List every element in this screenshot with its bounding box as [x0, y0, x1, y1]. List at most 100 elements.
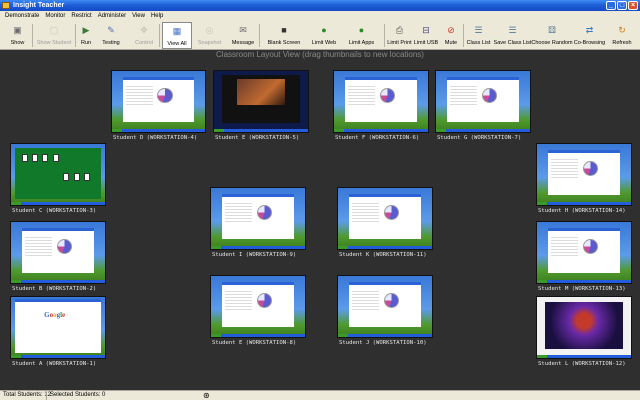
title-bar: Insight Teacher _ □ × [0, 0, 640, 11]
limit-print-button[interactable]: ⎙ Limit Print [387, 22, 412, 49]
close-button[interactable]: × [628, 1, 638, 10]
student-taskbar [537, 280, 631, 283]
student-thumbnail[interactable]: Student C (WORKSTATION-3) [10, 143, 106, 216]
snapshot-icon: ◎ [205, 25, 214, 35]
student-label: Student E (WORKSTATION-8) [212, 340, 297, 346]
menu-monitor[interactable]: Monitor [42, 11, 68, 21]
student-thumbnail[interactable]: Student F (WORKSTATION-6) [333, 70, 429, 143]
student-thumbnail[interactable]: Student E (WORKSTATION-8) [210, 275, 306, 348]
minimize-button[interactable]: _ [606, 1, 616, 10]
solitaire-window [14, 147, 102, 199]
toolbar-button-label: Co-Browsing [573, 40, 606, 46]
menu-administer[interactable]: Administer [95, 11, 129, 21]
status-icon: ⊛ [203, 391, 210, 400]
show-button[interactable]: ▣ Show [4, 22, 31, 49]
status-divider [46, 392, 47, 400]
message-button[interactable]: ✉ Message [226, 22, 260, 49]
student-label: Student I (WORKSTATION-9) [212, 252, 297, 258]
student-taskbar [112, 129, 205, 132]
control-icon: ✥ [140, 25, 148, 35]
student-screen [536, 221, 632, 284]
blank-screen-button[interactable]: ■ Blank Screen [264, 22, 304, 49]
student-taskbar [334, 129, 428, 132]
pie-chart-icon [383, 204, 400, 221]
show-icon: ▣ [13, 25, 22, 35]
toolbar-button-label: Blank Screen [267, 40, 301, 46]
student-thumbnail[interactable]: Student L (WORKSTATION-12) [536, 296, 632, 369]
student-taskbar [211, 334, 305, 337]
playing-card [83, 173, 90, 182]
student-label: Student H (WORKSTATION-14) [538, 208, 626, 214]
total-students: Total Students: 12 [3, 392, 52, 398]
spreadsheet-window [548, 150, 620, 196]
media-player-window [221, 74, 301, 124]
student-screen [337, 187, 433, 250]
choose-random-button[interactable]: ⚄ Choose Random [531, 22, 572, 49]
student-thumbnail[interactable]: Student M (WORKSTATION-13) [536, 221, 632, 294]
snapshot-button[interactable]: ◎ Snapshot [196, 22, 223, 49]
refresh-icon: ↻ [618, 25, 626, 35]
student-label: Student D (WORKSTATION-4) [113, 135, 198, 141]
menu-restrict[interactable]: Restrict [68, 11, 94, 21]
toolbar-separator [159, 24, 160, 47]
limit-apps-button[interactable]: ● Limit Apps [345, 22, 378, 49]
limit-web-button[interactable]: ● Limit Web [310, 22, 338, 49]
pie-chart-icon [157, 87, 173, 104]
student-thumbnail[interactable]: Student J (WORKSTATION-10) [337, 275, 433, 348]
testing-icon: ✎ [107, 25, 115, 35]
student-taskbar [11, 280, 105, 283]
spreadsheet-grid [225, 289, 253, 311]
mute-button[interactable]: ⊘ Mute [441, 22, 461, 49]
limit-print-icon: ⎙ [395, 25, 404, 35]
limit-apps-icon: ● [358, 25, 365, 35]
selected-students: Selected Students: 0 [50, 392, 106, 398]
menu-view[interactable]: View [129, 11, 148, 21]
spreadsheet-grid [225, 201, 253, 223]
save-class-list-button[interactable]: ☰ Save Class List [493, 22, 532, 49]
spreadsheet-grid [450, 84, 478, 106]
toolbar-button-label: Testing [102, 40, 120, 46]
student-label: Student J (WORKSTATION-10) [339, 340, 427, 346]
spreadsheet-window [222, 194, 294, 240]
student-thumbnail[interactable]: Student I (WORKSTATION-9) [210, 187, 306, 260]
show-student-button[interactable]: ▢ Show Student [34, 22, 74, 49]
student-thumbnail[interactable]: Google Student A (WORKSTATION-1) [10, 296, 106, 369]
toolbar-button-label: Refresh [612, 40, 632, 46]
playing-card [32, 153, 39, 162]
toolbar-separator [384, 24, 385, 47]
control-button[interactable]: ✥ Control [129, 22, 159, 49]
run-button[interactable]: ▶ Run [77, 22, 95, 49]
student-screen [536, 143, 632, 206]
toolbar-button-label: Control [135, 40, 153, 46]
menu-help[interactable]: Help [148, 11, 166, 21]
view-all-button[interactable]: ▦ View All [162, 22, 192, 49]
student-label: Student A (WORKSTATION-1) [12, 361, 97, 367]
testing-button[interactable]: ✎ Testing [97, 22, 125, 49]
playing-card [52, 153, 59, 162]
pie-chart-icon [56, 238, 73, 255]
student-thumbnail[interactable]: Student D (WORKSTATION-4) [111, 70, 206, 143]
student-thumbnail[interactable]: Student H (WORKSTATION-14) [536, 143, 632, 216]
limit-usb-button[interactable]: ⊟ Limit USB [413, 22, 439, 49]
class-list-button[interactable]: ☰ Class List [466, 22, 491, 49]
playing-card [73, 173, 80, 182]
spreadsheet-window [123, 77, 194, 123]
menu-demonstrate[interactable]: Demonstrate [2, 11, 42, 21]
spreadsheet-grid [352, 201, 380, 223]
menu-bar: Demonstrate Monitor Restrict Administer … [0, 11, 640, 21]
playing-card [21, 153, 28, 162]
student-thumbnail[interactable]: Student B (WORKSTATION-2) [10, 221, 106, 294]
refresh-button[interactable]: ↻ Refresh [610, 22, 634, 49]
spreadsheet-grid [352, 289, 380, 311]
student-thumbnail[interactable]: Student E (WORKSTATION-5) [213, 70, 309, 143]
toolbar-button-label: Message [231, 40, 255, 46]
maximize-button[interactable]: □ [617, 1, 627, 10]
browser-window: Google [14, 299, 102, 354]
student-thumbnail[interactable]: Student G (WORKSTATION-7) [435, 70, 531, 143]
toolbar-button-label: Mute [444, 40, 458, 46]
student-taskbar [214, 129, 308, 132]
co-browsing-button[interactable]: ⇄ Co-Browsing [572, 22, 607, 49]
co-browsing-icon: ⇄ [585, 25, 594, 35]
toolbar-separator [75, 24, 76, 47]
student-thumbnail[interactable]: Student K (WORKSTATION-11) [337, 187, 433, 260]
